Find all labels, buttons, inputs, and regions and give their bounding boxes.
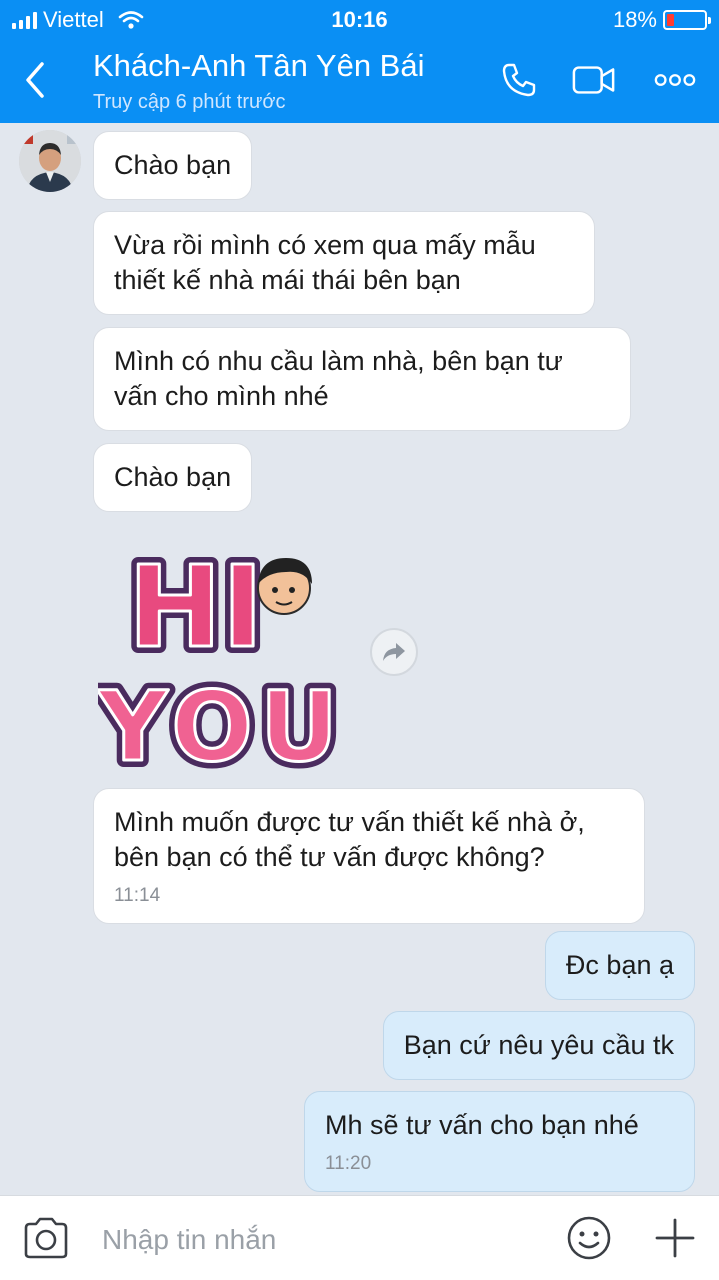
svg-text:HI: HI bbox=[128, 543, 263, 673]
more-icon bbox=[654, 74, 696, 86]
message-list[interactable]: Chào bạn Vừa rồi mình có xem qua mấy mẫu… bbox=[0, 123, 719, 1195]
battery-icon bbox=[663, 10, 711, 30]
emoji-button[interactable] bbox=[566, 1215, 612, 1261]
back-button[interactable] bbox=[16, 58, 56, 102]
plus-icon bbox=[655, 1218, 695, 1258]
clock: 10:16 bbox=[331, 7, 388, 32]
svg-text:YOU: YOU bbox=[98, 671, 338, 778]
video-camera-icon bbox=[572, 66, 615, 94]
header-bar: Viettel 10:16 18% Khách-Anh Tân Yên Bái … bbox=[0, 0, 719, 123]
status-bar: Viettel 10:16 18% bbox=[0, 0, 719, 40]
forward-button[interactable] bbox=[370, 628, 418, 676]
message-bubble[interactable]: Chào bạn bbox=[93, 131, 253, 200]
message-bubble[interactable]: Mình có nhu cầu làm nhà, bên bạn tư vấn … bbox=[93, 327, 631, 431]
message-bubble-sent[interactable]: Đc bạn ạ bbox=[544, 931, 695, 1000]
sticker-text: HI YOU bbox=[106, 529, 124, 535]
battery-info: 18% bbox=[612, 7, 711, 33]
composer-bar: Nhập tin nhắn bbox=[0, 1195, 719, 1280]
sticker-message[interactable]: HI YOU HI HI YOU YOU bbox=[90, 528, 348, 790]
camera-button[interactable] bbox=[22, 1216, 70, 1260]
chevron-left-icon bbox=[26, 62, 44, 98]
message-time: 11:14 bbox=[114, 885, 161, 906]
hi-you-sticker: HI YOU HI HI YOU YOU bbox=[90, 529, 345, 790]
message-bubble[interactable]: Chào bạn bbox=[93, 443, 253, 512]
message-text: Chào bạn bbox=[114, 150, 232, 180]
avatar[interactable] bbox=[19, 130, 81, 192]
message-text: Mình có nhu cầu làm nhà, bên bạn tư vấn … bbox=[114, 346, 563, 411]
camera-icon bbox=[24, 1217, 68, 1259]
message-text: Chào bạn bbox=[114, 462, 232, 492]
message-text: Mình muốn được tư vấn thiết kế nhà ở, bê… bbox=[114, 807, 585, 872]
message-bubble[interactable]: Vừa rồi mình có xem qua mấy mẫu thiết kế… bbox=[93, 211, 595, 315]
add-button[interactable] bbox=[653, 1216, 697, 1260]
last-seen: Truy cập 6 phút trước bbox=[93, 91, 286, 113]
emoji-icon bbox=[567, 1216, 611, 1260]
message-text: Mh sẽ tư vấn cho bạn nhé bbox=[325, 1110, 639, 1140]
more-button[interactable] bbox=[653, 60, 697, 100]
message-text: Bạn cứ nêu yêu cầu tk bbox=[403, 1030, 674, 1060]
message-input[interactable]: Nhập tin nhắn bbox=[102, 1224, 276, 1256]
battery-percent: 18% bbox=[612, 7, 657, 32]
message-text: Đc bạn ạ bbox=[565, 950, 674, 980]
message-text: Vừa rồi mình có xem qua mấy mẫu thiết kế… bbox=[114, 230, 536, 295]
message-bubble[interactable]: Mình muốn được tư vấn thiết kế nhà ở, bê… bbox=[93, 788, 645, 924]
phone-icon bbox=[502, 63, 536, 97]
call-button[interactable] bbox=[497, 60, 541, 100]
message-bubble-sent[interactable]: Bạn cứ nêu yêu cầu tk bbox=[382, 1011, 695, 1080]
forward-icon bbox=[383, 643, 405, 661]
contact-name[interactable]: Khách-Anh Tân Yên Bái bbox=[93, 48, 424, 84]
message-bubble-sent[interactable]: Mh sẽ tư vấn cho bạn nhé 11:20 bbox=[304, 1091, 695, 1192]
video-call-button[interactable] bbox=[572, 60, 616, 100]
message-time: 11:20 bbox=[325, 1153, 372, 1174]
